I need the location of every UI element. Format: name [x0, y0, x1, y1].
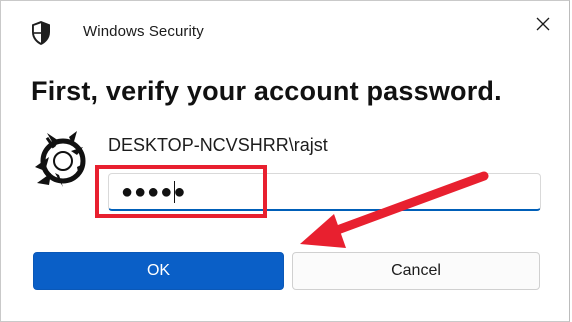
ok-button[interactable]: OK	[33, 252, 284, 290]
windows-security-shield-icon	[32, 21, 50, 45]
account-name: DESKTOP-NCVSHRR\rajst	[108, 135, 328, 155]
screen: Windows Security First, verify your acco…	[0, 0, 572, 322]
avatar	[35, 131, 86, 187]
annotation-highlight-box	[95, 165, 267, 218]
window-title: Windows Security	[83, 23, 204, 40]
title-bar: Windows Security	[1, 1, 569, 61]
windows-security-dialog: Windows Security First, verify your acco…	[0, 0, 570, 322]
close-button[interactable]	[528, 9, 558, 39]
close-icon	[536, 17, 550, 31]
page-title: First, verify your account password.	[31, 76, 502, 106]
cancel-button[interactable]: Cancel	[292, 252, 540, 290]
